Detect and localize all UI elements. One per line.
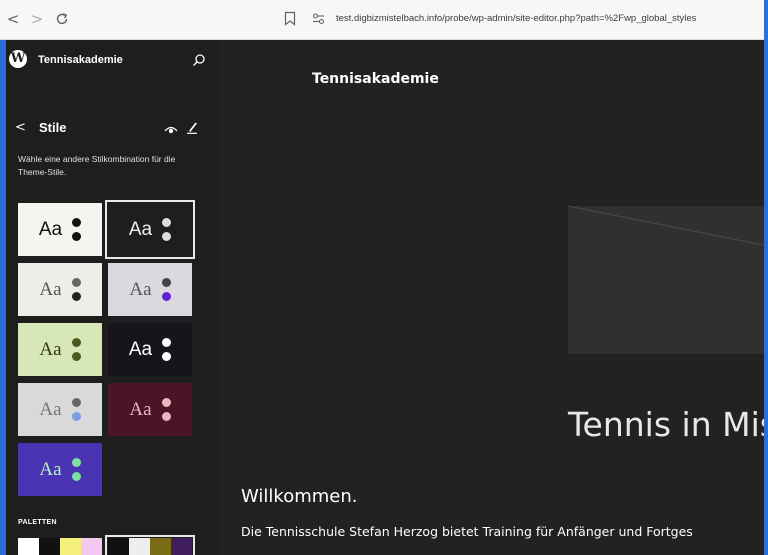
style-variation-grey[interactable]: Aa	[18, 383, 102, 436]
panel-description: Wähle eine andere Stilkombination für di…	[18, 154, 176, 177]
palette-option-selected[interactable]	[105, 535, 195, 555]
variation-color-dots	[161, 398, 171, 421]
address-bar[interactable]: test.digbizmistelbach.info/probe/wp-admi…	[336, 13, 696, 24]
style-variation-purple[interactable]: Aa	[18, 443, 102, 496]
style-variation-burgundy[interactable]: Aa	[108, 383, 192, 436]
bookmark-icon[interactable]	[284, 11, 296, 26]
variation-color-dots	[71, 398, 81, 421]
window-edge	[764, 0, 768, 555]
canvas-site-title[interactable]: Tennisakademie	[312, 71, 439, 87]
variation-preview-text: Aa	[39, 398, 62, 420]
style-variation-midnight[interactable]: Aa	[108, 323, 192, 376]
eye-icon[interactable]	[164, 122, 178, 134]
variation-color-dots	[71, 338, 81, 361]
variation-preview-text: Aa	[39, 458, 62, 480]
reload-icon[interactable]	[53, 10, 71, 28]
variation-color-dots	[72, 218, 82, 241]
variation-color-dots	[71, 278, 81, 301]
editor-sidebar: W Tennisakademie < Stile Wähle eine ande…	[0, 40, 210, 555]
style-variation-dark[interactable]: Aa	[105, 200, 195, 259]
search-icon[interactable]	[192, 53, 206, 67]
style-variation-default[interactable]: Aa	[18, 203, 102, 256]
image-placeholder[interactable]	[568, 206, 768, 354]
browser-toolbar: < > test.digbizmistelbach.info/probe/wp-…	[0, 0, 768, 40]
variation-preview-text: Aa	[128, 338, 153, 360]
welcome-heading[interactable]: Willkommen.	[241, 486, 357, 507]
style-variation-serif-light[interactable]: Aa	[18, 263, 102, 316]
variation-color-dots	[162, 218, 172, 241]
wordpress-logo-icon[interactable]: W	[9, 50, 27, 68]
panel-title: Stile	[39, 120, 67, 135]
variation-preview-text: Aa	[39, 338, 62, 360]
variation-preview-text: Aa	[39, 278, 62, 300]
forward-arrow-icon[interactable]: >	[29, 10, 45, 28]
variation-preview-text: Aa	[128, 218, 153, 240]
variation-preview-text: Aa	[38, 218, 63, 240]
variation-preview-text: Aa	[129, 398, 152, 420]
palettes-heading: PALETTEN	[18, 519, 57, 526]
variation-color-dots	[71, 458, 81, 481]
palette-option[interactable]	[18, 538, 102, 555]
style-variation-lilac[interactable]: Aa	[108, 263, 192, 316]
variation-preview-text: Aa	[129, 278, 152, 300]
back-chevron-icon[interactable]: <	[15, 120, 26, 135]
intro-paragraph[interactable]: Die Tennisschule Stefan Herzog bietet Tr…	[241, 524, 693, 539]
site-title[interactable]: Tennisakademie	[38, 54, 123, 66]
hero-heading[interactable]: Tennis in Mis	[568, 405, 768, 444]
variation-color-dots	[161, 278, 171, 301]
style-variation-green[interactable]: Aa	[18, 323, 102, 376]
variation-color-dots	[162, 338, 172, 361]
back-arrow-icon[interactable]: <	[5, 10, 21, 28]
site-settings-icon[interactable]	[312, 12, 325, 25]
pencil-icon[interactable]	[186, 120, 198, 134]
